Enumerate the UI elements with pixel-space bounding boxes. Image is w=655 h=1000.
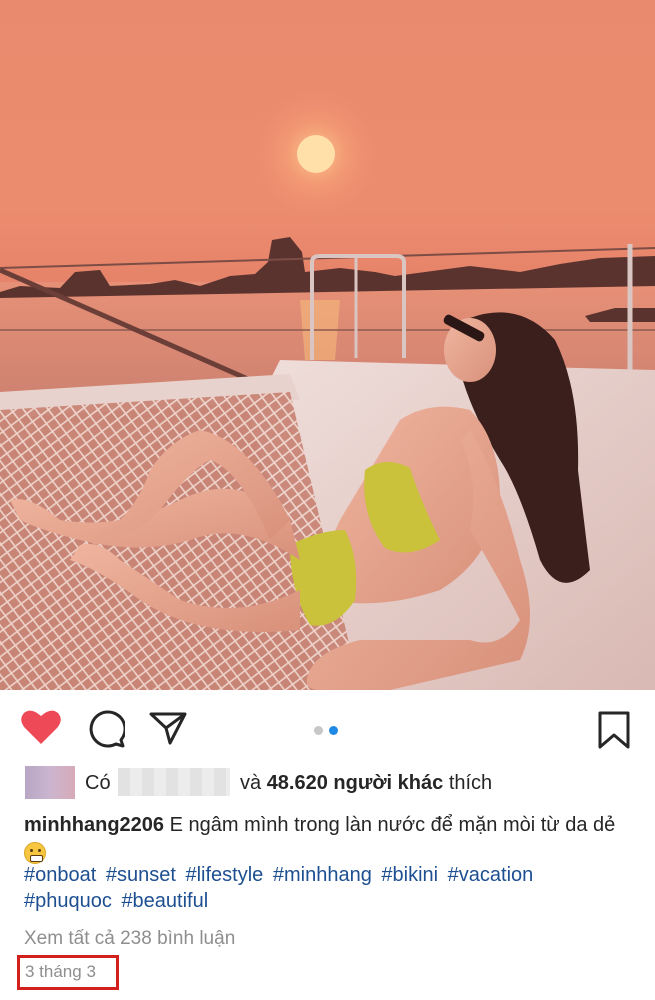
post-caption: minhhang2206 E ngâm mình trong làn nước … [24, 810, 634, 870]
liker-avatar-blurred[interactable] [25, 766, 75, 799]
hashtag-link[interactable]: #minhhang [273, 864, 372, 886]
hashtag-link[interactable]: #lifestyle [185, 864, 263, 886]
hashtag-link[interactable]: #bikini [381, 864, 438, 886]
caption-text: E ngâm mình trong làn nước để mặn mòi từ… [169, 814, 616, 836]
post-timestamp: 3 tháng 3 [25, 962, 96, 981]
view-all-comments-link[interactable]: Xem tất cả 238 bình luận [24, 928, 235, 950]
likes-connector: và [240, 772, 262, 794]
likes-summary: và 48.620 người khác thích [240, 772, 492, 795]
likes-count[interactable]: 48.620 người khác [267, 772, 444, 794]
hashtag-link[interactable]: #onboat [24, 864, 96, 886]
hashtag-list: #onboat #sunset #lifestyle #minhhang #bi… [24, 862, 634, 914]
heart-icon[interactable] [20, 708, 62, 746]
hashtag-link[interactable]: #vacation [448, 864, 534, 886]
photo-illustration [0, 84, 655, 690]
caption-username[interactable]: minhhang2206 [24, 814, 164, 836]
liker-name-blurred[interactable] [118, 768, 230, 796]
sun [297, 135, 335, 173]
post-action-bar [0, 690, 655, 770]
comment-icon[interactable] [85, 710, 125, 748]
grimacing-face-emoji [24, 842, 46, 864]
share-icon[interactable] [148, 710, 188, 746]
carousel-dot-active [329, 726, 338, 735]
carousel-dot [314, 726, 323, 735]
bookmark-icon[interactable] [596, 710, 632, 750]
hashtag-link[interactable]: #sunset [106, 864, 176, 886]
carousel-indicator [312, 726, 342, 736]
likes-prefix: Có [85, 772, 111, 794]
likes-row: Có và 48.620 người khác thích [0, 763, 655, 803]
likes-suffix: thích [448, 772, 493, 794]
post-photo[interactable] [0, 0, 655, 690]
hashtag-link[interactable]: #beautiful [121, 890, 208, 912]
hashtag-link[interactable]: #phuquoc [24, 890, 112, 912]
